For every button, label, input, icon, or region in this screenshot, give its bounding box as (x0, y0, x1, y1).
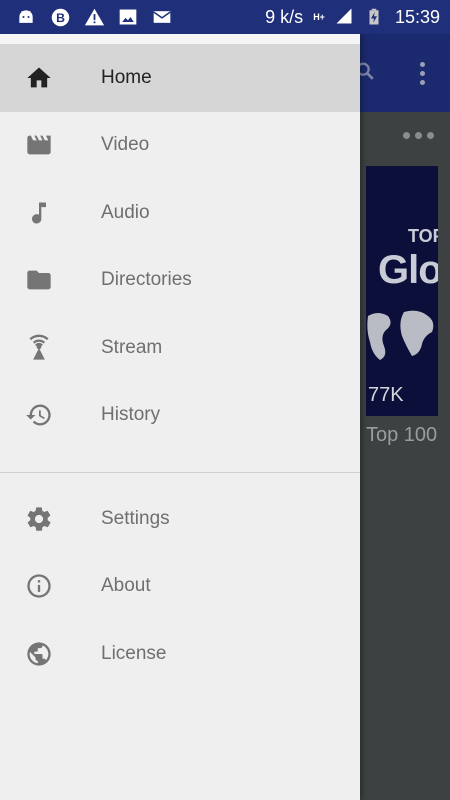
globe-icon (24, 639, 54, 669)
world-map-icon (367, 310, 434, 360)
video-thumbnail[interactable]: TOP Glo 77K (366, 166, 438, 416)
video-icon (24, 130, 54, 160)
navigation-drawer: Home Video Audio Directories Stream Hist… (0, 34, 360, 800)
nav-label: License (101, 642, 167, 664)
nav-item-home[interactable]: Home (0, 44, 360, 112)
more-options-icon[interactable] (403, 132, 434, 139)
gear-icon (24, 504, 54, 534)
b-badge-icon: B (50, 7, 70, 27)
folder-icon (24, 265, 54, 295)
clock: 15:39 (394, 6, 440, 27)
status-bar: B 9 k/s H+ 15:39 (0, 0, 450, 34)
nav-label: Home (101, 66, 152, 88)
overflow-menu-icon[interactable] (420, 62, 426, 85)
video-caption: Top 100 (366, 424, 438, 446)
nav-label: About (101, 575, 151, 597)
stream-icon (24, 333, 54, 363)
nav-item-directories[interactable]: Directories (0, 247, 360, 315)
music-note-icon (24, 198, 54, 228)
nav-item-stream[interactable]: Stream (0, 314, 360, 382)
history-icon (24, 400, 54, 430)
nav-item-video[interactable]: Video (0, 112, 360, 180)
network-speed: 9 k/s (265, 6, 304, 27)
nav-label: Video (101, 134, 150, 156)
drawer-divider (0, 472, 360, 473)
thumbnail-title-main: Glo (378, 248, 438, 292)
nav-label: History (101, 404, 161, 426)
nav-item-audio[interactable]: Audio (0, 179, 360, 247)
nav-item-settings[interactable]: Settings (0, 485, 360, 553)
signal-icon (335, 7, 355, 27)
battery-charging-icon (365, 7, 385, 27)
thumbnail-title-top: TOP (408, 226, 438, 246)
nav-label: Directories (101, 269, 192, 291)
warning-icon (84, 7, 105, 27)
network-type: H+ (313, 11, 325, 22)
info-icon (24, 571, 54, 601)
home-icon (24, 63, 54, 93)
nav-item-history[interactable]: History (0, 382, 360, 450)
android-icon (16, 7, 36, 27)
view-count: 77K (368, 384, 404, 406)
nav-item-license[interactable]: License (0, 620, 360, 688)
email-icon (152, 7, 172, 27)
nav-label: Stream (101, 336, 163, 358)
nav-item-about[interactable]: About (0, 553, 360, 621)
nav-label: Audio (101, 201, 150, 223)
image-icon (118, 7, 138, 27)
svg-text:B: B (56, 11, 65, 25)
nav-label: Settings (101, 507, 170, 529)
drawer-header (0, 34, 360, 44)
